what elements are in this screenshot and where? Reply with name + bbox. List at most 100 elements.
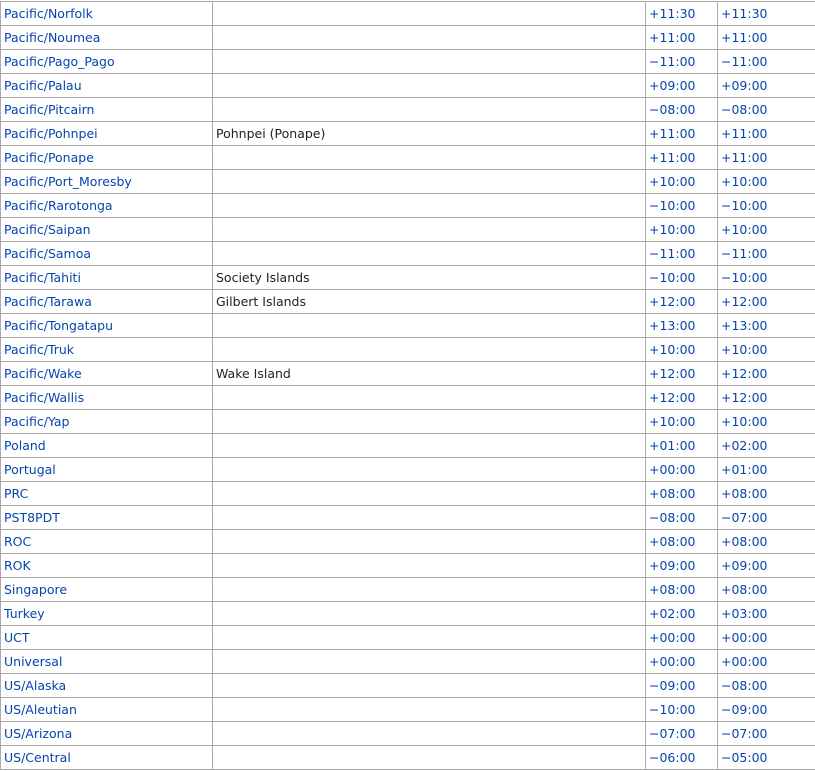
utc-offset-link[interactable]: +00:00 bbox=[649, 654, 696, 669]
tz-name-link[interactable]: ROC bbox=[4, 534, 31, 549]
tz-name-link[interactable]: PST8PDT bbox=[4, 510, 60, 525]
dst-offset-link[interactable]: +00:00 bbox=[721, 630, 768, 645]
dst-offset-link[interactable]: −10:00 bbox=[721, 198, 768, 213]
tz-name-link[interactable]: Pacific/Rarotonga bbox=[4, 198, 113, 213]
tz-name-link[interactable]: PRC bbox=[4, 486, 28, 501]
utc-offset-link[interactable]: −10:00 bbox=[649, 702, 696, 717]
dst-offset-link[interactable]: −11:00 bbox=[721, 54, 768, 69]
dst-offset-link[interactable]: +08:00 bbox=[721, 534, 768, 549]
dst-offset-link[interactable]: +10:00 bbox=[721, 222, 768, 237]
utc-offset-link[interactable]: +12:00 bbox=[649, 390, 696, 405]
tz-name-link[interactable]: Turkey bbox=[4, 606, 45, 621]
dst-offset-link[interactable]: +01:00 bbox=[721, 462, 768, 477]
dst-offset-link[interactable]: +11:30 bbox=[721, 6, 768, 21]
tz-name-link[interactable]: Pacific/Pitcairn bbox=[4, 102, 94, 117]
tz-name-link[interactable]: Pacific/Tarawa bbox=[4, 294, 92, 309]
dst-offset-link[interactable]: +09:00 bbox=[721, 558, 768, 573]
utc-offset-link[interactable]: +00:00 bbox=[649, 630, 696, 645]
utc-offset-link[interactable]: +11:00 bbox=[649, 150, 696, 165]
utc-offset-link[interactable]: +11:30 bbox=[649, 6, 696, 21]
dst-offset-link[interactable]: +12:00 bbox=[721, 294, 768, 309]
tz-name-link[interactable]: Pacific/Noumea bbox=[4, 30, 100, 45]
utc-offset-link[interactable]: −10:00 bbox=[649, 198, 696, 213]
tz-name-link[interactable]: Pacific/Truk bbox=[4, 342, 74, 357]
dst-offset-link[interactable]: −08:00 bbox=[721, 678, 768, 693]
dst-offset-link[interactable]: +11:00 bbox=[721, 150, 768, 165]
utc-offset-link[interactable]: +00:00 bbox=[649, 462, 696, 477]
utc-offset-link[interactable]: +09:00 bbox=[649, 558, 696, 573]
dst-offset-link[interactable]: +12:00 bbox=[721, 390, 768, 405]
tz-name-link[interactable]: Poland bbox=[4, 438, 46, 453]
utc-offset-link[interactable]: −06:00 bbox=[649, 750, 696, 765]
dst-offset-link[interactable]: +00:00 bbox=[721, 654, 768, 669]
dst-offset-link[interactable]: −07:00 bbox=[721, 726, 768, 741]
utc-offset-link[interactable]: +13:00 bbox=[649, 318, 696, 333]
utc-offset-link[interactable]: −09:00 bbox=[649, 678, 696, 693]
tz-name-link[interactable]: Pacific/Ponape bbox=[4, 150, 94, 165]
utc-offset-link[interactable]: −08:00 bbox=[649, 510, 696, 525]
utc-offset-link[interactable]: +10:00 bbox=[649, 342, 696, 357]
dst-offset-link[interactable]: −05:00 bbox=[721, 750, 768, 765]
tz-name-link[interactable]: Pacific/Tahiti bbox=[4, 270, 81, 285]
utc-offset-link[interactable]: +10:00 bbox=[649, 174, 696, 189]
dst-offset-link[interactable]: −11:00 bbox=[721, 246, 768, 261]
dst-offset-link[interactable]: −07:00 bbox=[721, 510, 768, 525]
utc-offset-link[interactable]: −11:00 bbox=[649, 246, 696, 261]
tz-name-link[interactable]: Pacific/Saipan bbox=[4, 222, 91, 237]
dst-offset-link[interactable]: +03:00 bbox=[721, 606, 768, 621]
tz-name-link[interactable]: Pacific/Pohnpei bbox=[4, 126, 98, 141]
tz-name-link[interactable]: Pacific/Yap bbox=[4, 414, 69, 429]
utc-offset-link[interactable]: −11:00 bbox=[649, 54, 696, 69]
tz-name-link[interactable]: Pacific/Pago_Pago bbox=[4, 54, 115, 69]
utc-offset-link[interactable]: −08:00 bbox=[649, 102, 696, 117]
tz-name-link[interactable]: Pacific/Port_Moresby bbox=[4, 174, 132, 189]
dst-offset-link[interactable]: +08:00 bbox=[721, 582, 768, 597]
tz-name-link[interactable]: Pacific/Palau bbox=[4, 78, 82, 93]
utc-offset-link[interactable]: +11:00 bbox=[649, 30, 696, 45]
tz-name-link[interactable]: Portugal bbox=[4, 462, 56, 477]
utc-offset-link[interactable]: +08:00 bbox=[649, 582, 696, 597]
dst-offset-link[interactable]: −09:00 bbox=[721, 702, 768, 717]
tz-name-link[interactable]: Universal bbox=[4, 654, 62, 669]
dst-offset-link[interactable]: +11:00 bbox=[721, 30, 768, 45]
dst-offset-link[interactable]: +08:00 bbox=[721, 486, 768, 501]
utc-offset-link[interactable]: +10:00 bbox=[649, 222, 696, 237]
utc-offset-link[interactable]: +08:00 bbox=[649, 534, 696, 549]
tz-name-link[interactable]: Pacific/Tongatapu bbox=[4, 318, 113, 333]
dst-offset-link[interactable]: +09:00 bbox=[721, 78, 768, 93]
tz-name-link[interactable]: UCT bbox=[4, 630, 30, 645]
dst-offset-link[interactable]: −08:00 bbox=[721, 102, 768, 117]
dst-offset-link[interactable]: +12:00 bbox=[721, 366, 768, 381]
tz-name-link[interactable]: Pacific/Wake bbox=[4, 366, 82, 381]
dst-offset-link[interactable]: +10:00 bbox=[721, 342, 768, 357]
tz-name-link[interactable]: Pacific/Norfolk bbox=[4, 6, 93, 21]
utc-offset-link[interactable]: +10:00 bbox=[649, 414, 696, 429]
dst-offset-link[interactable]: −10:00 bbox=[721, 270, 768, 285]
tz-name-link[interactable]: Pacific/Wallis bbox=[4, 390, 84, 405]
dst-offset-link[interactable]: +10:00 bbox=[721, 174, 768, 189]
utc-offset-link[interactable]: +02:00 bbox=[649, 606, 696, 621]
dst-offset-link[interactable]: +10:00 bbox=[721, 414, 768, 429]
utc-offset-link[interactable]: −10:00 bbox=[649, 270, 696, 285]
dst-offset-link[interactable]: +11:00 bbox=[721, 126, 768, 141]
tz-comment-cell bbox=[212, 169, 646, 194]
tz-name-link[interactable]: Singapore bbox=[4, 582, 67, 597]
tz-name-link[interactable]: US/Arizona bbox=[4, 726, 72, 741]
utc-offset-link[interactable]: +08:00 bbox=[649, 486, 696, 501]
utc-offset-link[interactable]: +09:00 bbox=[649, 78, 696, 93]
timezone-table: Pacific/Norfolk +11:30 +11:30 Pacific/Noume… bbox=[0, 1, 815, 770]
tz-name-link[interactable]: US/Alaska bbox=[4, 678, 66, 693]
utc-offset-link[interactable]: −07:00 bbox=[649, 726, 696, 741]
dst-offset-link[interactable]: +13:00 bbox=[721, 318, 768, 333]
tz-name-link[interactable]: ROK bbox=[4, 558, 31, 573]
dst-offset-link[interactable]: +02:00 bbox=[721, 438, 768, 453]
tz-name-link[interactable]: US/Aleutian bbox=[4, 702, 77, 717]
utc-offset-link[interactable]: +11:00 bbox=[649, 126, 696, 141]
tz-name-link[interactable]: Pacific/Samoa bbox=[4, 246, 91, 261]
dst-offset-cell: +12:00 bbox=[717, 361, 815, 386]
utc-offset-link[interactable]: +12:00 bbox=[649, 294, 696, 309]
tz-name-link[interactable]: US/Central bbox=[4, 750, 71, 765]
utc-offset-link[interactable]: +01:00 bbox=[649, 438, 696, 453]
utc-offset-link[interactable]: +12:00 bbox=[649, 366, 696, 381]
tz-name-cell: Pacific/Yap bbox=[0, 409, 213, 434]
